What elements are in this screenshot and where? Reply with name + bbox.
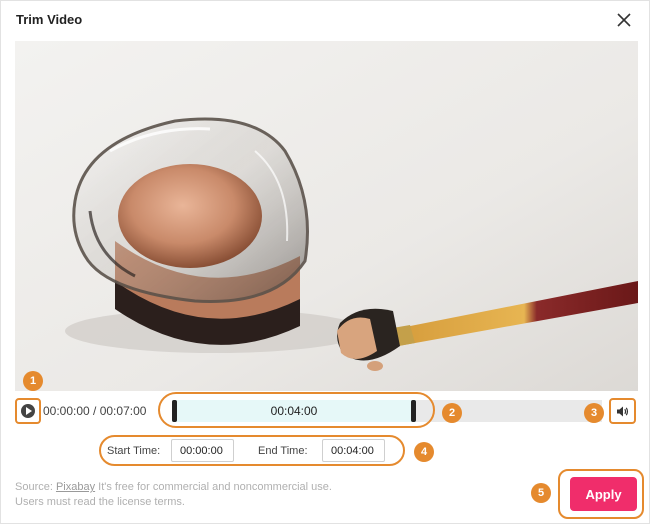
- volume-icon: [617, 406, 629, 417]
- source-attribution: Source: Pixabay It's free for commercial…: [15, 481, 332, 508]
- apply-button[interactable]: Apply: [570, 477, 637, 511]
- callout-badge-4: 4: [414, 442, 434, 462]
- callout-badge-5: 5: [531, 483, 551, 503]
- start-time-label: Start Time:: [107, 445, 161, 457]
- video-preview[interactable]: [15, 41, 638, 391]
- play-button[interactable]: [15, 398, 41, 424]
- callout-badge-2: 2: [442, 403, 462, 423]
- close-icon: [617, 13, 631, 27]
- trim-selection[interactable]: 00:04:00: [172, 400, 416, 422]
- trim-video-dialog: Trim Video 1 00:00:00 / 00:07:00 00:04:0…: [0, 0, 650, 524]
- callout-badge-3: 3: [584, 403, 604, 423]
- dialog-title: Trim Video: [16, 12, 83, 27]
- license-note: Users must read the license terms.: [15, 496, 185, 508]
- start-time-input[interactable]: [171, 439, 234, 462]
- end-time-input[interactable]: [322, 439, 385, 462]
- time-display: 00:00:00 / 00:07:00: [43, 404, 147, 418]
- video-frame-image: [15, 41, 638, 391]
- pixabay-link[interactable]: Pixabay: [56, 481, 95, 493]
- callout-badge-1: 1: [23, 371, 43, 391]
- volume-button[interactable]: [609, 398, 636, 424]
- selection-duration: 00:04:00: [270, 404, 318, 418]
- close-button[interactable]: [615, 11, 633, 29]
- trim-time-fields: Start Time: End Time:: [99, 435, 405, 466]
- playback-controls: 00:00:00 / 00:07:00 00:04:00: [15, 392, 638, 428]
- end-time-label: End Time:: [258, 445, 308, 457]
- trim-end-handle[interactable]: [411, 400, 416, 422]
